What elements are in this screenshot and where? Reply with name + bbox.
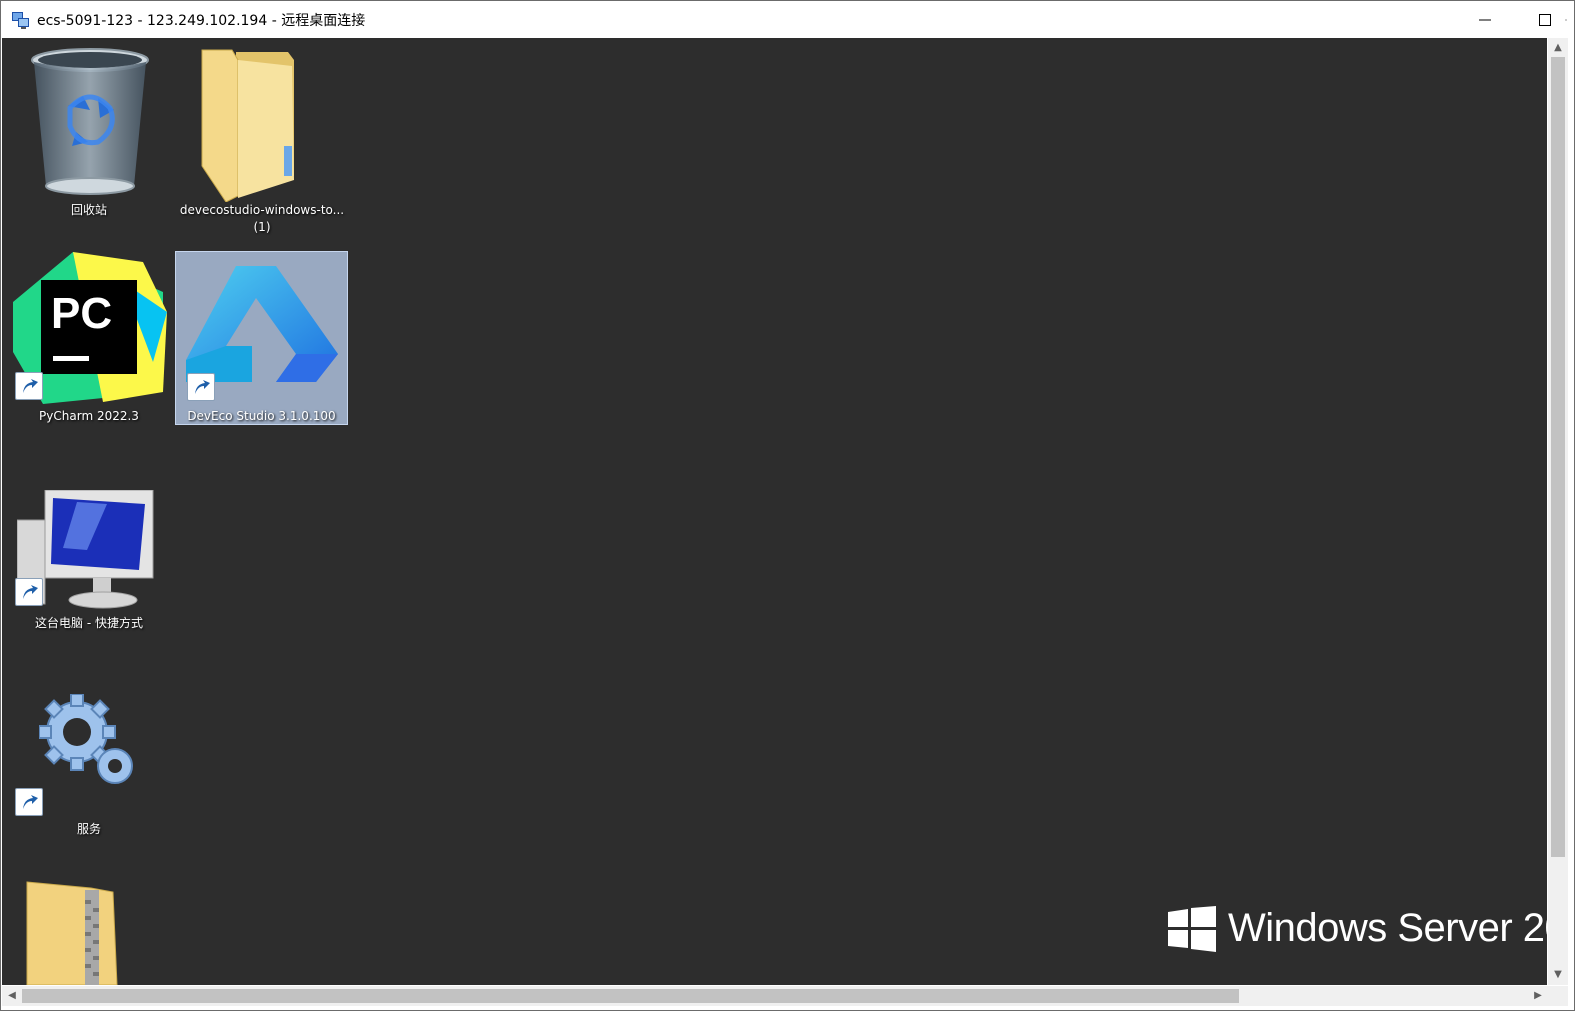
shortcut-arrow-icon bbox=[15, 578, 43, 606]
shortcut-arrow-icon bbox=[15, 788, 43, 816]
folder-icon bbox=[201, 49, 294, 202]
close-icon bbox=[1565, 18, 1567, 21]
windows-logo-icon bbox=[1168, 906, 1216, 952]
icon-label: 服务 bbox=[76, 822, 101, 836]
remote-desktop-window: ecs-5091-123 - 123.249.102.194 - 远程桌面连接 bbox=[0, 0, 1575, 1011]
vertical-scroll-thumb[interactable] bbox=[1551, 57, 1565, 857]
scroll-up-icon[interactable]: ▲ bbox=[1550, 40, 1566, 56]
desktop-icon-zip-folder[interactable] bbox=[3, 876, 175, 985]
shortcut-arrow-icon bbox=[187, 373, 215, 401]
horizontal-scroll-thumb[interactable] bbox=[22, 989, 1239, 1003]
icon-label-line2: (1) bbox=[253, 220, 271, 234]
close-button[interactable] bbox=[1509, 1, 1567, 38]
zip-folder-icon bbox=[26, 881, 118, 985]
svg-text:PC: PC bbox=[51, 289, 112, 338]
shortcut-arrow-icon bbox=[15, 372, 43, 400]
remote-desktop-area[interactable]: 回收站 devecostudio-windows-to... (1) PC Py… bbox=[2, 38, 1547, 985]
scrollbar-corner bbox=[1548, 986, 1568, 1006]
gears-icon bbox=[39, 694, 133, 784]
icon-label: PyCharm 2022.3 bbox=[39, 409, 139, 423]
vertical-scrollbar[interactable]: ▲ ▼ bbox=[1548, 38, 1568, 985]
window-title: ecs-5091-123 - 123.249.102.194 - 远程桌面连接 bbox=[37, 13, 366, 29]
scroll-left-icon[interactable]: ◀ bbox=[4, 988, 20, 1004]
desktop-icon-deveco-studio[interactable]: DevEco Studio 3.1.0.100 bbox=[175, 251, 348, 425]
desktop-icon-services[interactable]: 服务 bbox=[3, 692, 175, 842]
remote-desktop-icon bbox=[12, 12, 29, 29]
horizontal-scrollbar[interactable]: ◀ ▶ bbox=[2, 986, 1548, 1006]
minimize-icon bbox=[1479, 19, 1491, 20]
desktop-icon-pycharm[interactable]: PC PyCharm 2022.3 bbox=[3, 250, 175, 430]
scroll-right-icon[interactable]: ▶ bbox=[1530, 988, 1546, 1004]
desktop-icon-this-pc[interactable]: 这台电脑 - 快捷方式 bbox=[3, 486, 175, 636]
desktop-icon-recycle-bin[interactable]: 回收站 bbox=[3, 42, 175, 242]
scroll-down-icon[interactable]: ▼ bbox=[1550, 967, 1566, 983]
deveco-studio-icon bbox=[186, 266, 338, 382]
minimize-button[interactable] bbox=[1456, 1, 1514, 38]
icon-label: 这台电脑 - 快捷方式 bbox=[35, 616, 143, 630]
windows-server-watermark: Windows Server 201 bbox=[1228, 906, 1547, 950]
icon-label: devecostudio-windows-to... bbox=[179, 203, 345, 217]
recycle-bin-icon bbox=[31, 48, 149, 195]
icon-label: 回收站 bbox=[70, 203, 107, 217]
title-bar[interactable]: ecs-5091-123 - 123.249.102.194 - 远程桌面连接 bbox=[1, 1, 1574, 38]
icon-label: DevEco Studio 3.1.0.100 bbox=[187, 409, 336, 423]
desktop-icon-folder[interactable]: devecostudio-windows-to... (1) bbox=[176, 42, 348, 242]
